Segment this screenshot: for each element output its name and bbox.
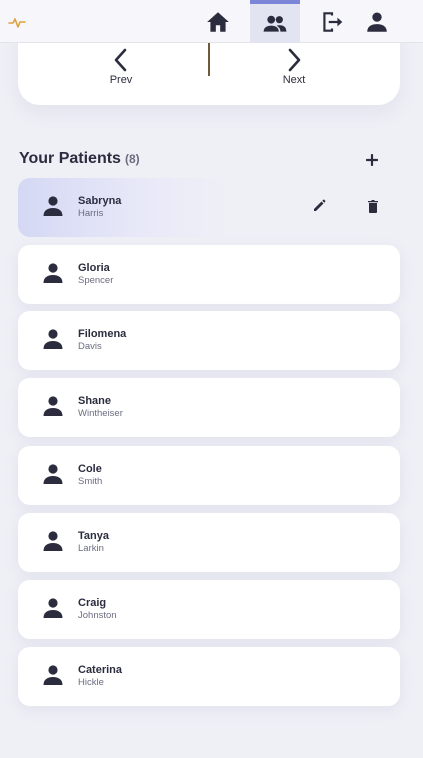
next-label: Next <box>282 74 306 86</box>
patient-row[interactable]: Craig Johnston <box>18 580 400 639</box>
patient-avatar-icon <box>43 263 63 283</box>
heartbeat-icon[interactable] <box>8 13 26 31</box>
patient-last-name: Harris <box>78 208 104 219</box>
patient-last-name: Larkin <box>78 543 104 554</box>
home-icon <box>207 11 229 32</box>
nav-profile-button[interactable] <box>352 0 402 43</box>
chevron-left-icon <box>114 48 127 72</box>
patient-avatar-icon <box>43 665 63 685</box>
patient-row[interactable]: Gloria Spencer <box>18 245 400 304</box>
nav-home-button[interactable] <box>193 0 243 43</box>
patient-first-name: Sabryna <box>78 195 122 207</box>
chevron-right-icon <box>288 48 301 72</box>
top-nav <box>0 0 423 43</box>
patient-row[interactable]: Tanya Larkin <box>18 513 400 572</box>
patient-avatar-icon <box>43 464 63 484</box>
patient-count: (8) <box>124 152 140 166</box>
patient-last-name: Hickle <box>78 677 104 688</box>
patients-section-title: Your Patients (8) <box>19 150 140 168</box>
section-title-text: Your Patients <box>19 150 121 167</box>
patient-avatar-icon <box>43 598 63 618</box>
plus-icon <box>366 154 378 166</box>
patient-last-name: Johnston <box>78 610 117 621</box>
trash-icon[interactable] <box>365 198 381 214</box>
logout-icon <box>323 11 343 32</box>
patient-last-name: Spencer <box>78 275 114 286</box>
patient-first-name: Cole <box>78 463 102 475</box>
patient-row[interactable]: Cole Smith <box>18 446 400 505</box>
patient-row[interactable]: Shane Wintheiser <box>18 378 400 437</box>
patient-first-name: Gloria <box>78 262 110 274</box>
next-button[interactable]: Next <box>264 47 324 92</box>
pager-divider <box>208 43 210 76</box>
patient-first-name: Filomena <box>78 328 127 340</box>
prev-label: Prev <box>109 74 133 86</box>
patient-last-name: Wintheiser <box>78 408 123 419</box>
patient-first-name: Shane <box>78 395 112 407</box>
patient-first-name: Caterina <box>78 664 123 676</box>
patient-avatar-icon <box>43 396 63 416</box>
prev-button[interactable]: Prev <box>91 47 151 92</box>
patient-avatar-icon <box>43 531 63 551</box>
nav-patients-button[interactable] <box>250 0 300 43</box>
patient-first-name: Craig <box>78 597 107 609</box>
add-patient-button[interactable] <box>363 151 381 169</box>
patient-row[interactable]: Filomena Davis <box>18 311 400 370</box>
patient-first-name: Tanya <box>78 530 109 542</box>
patient-last-name: Davis <box>78 341 102 352</box>
patient-avatar-icon <box>43 196 63 216</box>
nav-logout-button[interactable] <box>307 0 357 43</box>
patient-avatar-icon <box>43 329 63 349</box>
patient-row[interactable]: Sabryna Harris <box>18 178 400 237</box>
user-icon <box>367 11 387 32</box>
patient-row[interactable]: Caterina Hickle <box>18 647 400 706</box>
patients-icon <box>263 15 287 32</box>
pencil-icon[interactable] <box>311 198 327 214</box>
patient-last-name: Smith <box>78 476 103 487</box>
